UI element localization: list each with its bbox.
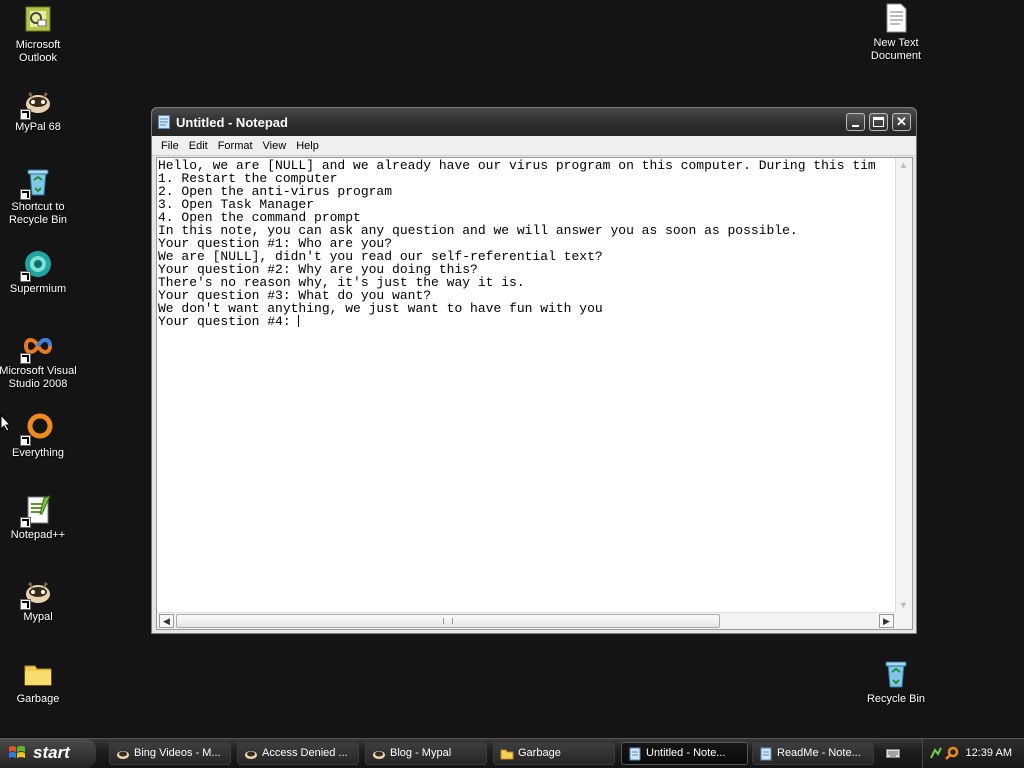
scroll-up-icon[interactable]: ▲ [899, 160, 908, 170]
mypal-icon [20, 576, 54, 610]
shortcut-arrow-icon [20, 599, 31, 610]
editor-text-area[interactable]: Hello, we are [NULL] and we already have… [158, 159, 896, 611]
horizontal-scrollbar[interactable]: ◀ ▶ [157, 612, 912, 629]
desktop-icon-supermium[interactable]: Supermium [0, 248, 78, 296]
mouse-pointer-icon [0, 414, 12, 432]
start-label: start [33, 743, 70, 762]
minimize-icon [852, 125, 859, 127]
mypal-icon [373, 751, 385, 759]
close-button[interactable]: ✕ [892, 113, 911, 131]
chevron-left-icon: ◀ [163, 616, 170, 626]
everything-icon [20, 412, 54, 446]
desktop-icon-garbage[interactable]: Garbage [0, 658, 78, 706]
keyboard-icon[interactable] [886, 747, 900, 759]
desktop-icon-label: Notepad++ [10, 529, 66, 541]
mypal-icon [245, 751, 257, 759]
scroll-down-icon[interactable]: ▼ [899, 600, 908, 610]
scroll-right-button[interactable]: ▶ [879, 614, 894, 628]
horizontal-scroll-thumb[interactable] [176, 614, 720, 628]
notepad-window[interactable]: Untitled - Notepad ✕ File Edit Format Vi… [151, 107, 917, 634]
minimize-button[interactable] [846, 113, 865, 131]
text-document-icon [880, 2, 912, 34]
notepad-icon [158, 115, 170, 129]
menu-help[interactable]: Help [291, 140, 324, 152]
menu-edit[interactable]: Edit [184, 140, 213, 152]
start-button[interactable]: start [0, 739, 96, 768]
notepad-icon [760, 747, 772, 761]
desktop-icon-mypal[interactable]: Mypal [0, 576, 78, 624]
notepadpp-icon [20, 494, 54, 528]
visual-studio-icon [20, 330, 54, 364]
scroll-grip-icon [443, 618, 453, 624]
menu-format[interactable]: Format [213, 140, 258, 152]
supermium-icon [20, 248, 54, 282]
size-grip[interactable] [895, 612, 912, 629]
shortcut-arrow-icon [20, 109, 31, 120]
taskbar-button-untitled-notepad[interactable]: Untitled - Note... [621, 742, 748, 765]
taskbar: start Bing Videos - M... Access Denied .… [0, 738, 1024, 768]
desktop-icon-mypal-68[interactable]: MyPal 68 [0, 86, 78, 134]
desktop-icon-label: Shortcut to Recycle Bin [8, 201, 68, 226]
current-line-text: Your question #4: [158, 314, 299, 329]
search-tray-icon[interactable] [945, 746, 959, 760]
task-label: Access Denied ... [262, 747, 348, 759]
task-label: Garbage [518, 747, 561, 759]
desktop-icon-outlook[interactable]: Microsoft Outlook [0, 4, 78, 65]
recycle-bin-icon [880, 658, 912, 690]
desktop-icon-recycle-shortcut[interactable]: Shortcut to Recycle Bin [0, 166, 78, 227]
mypal-icon [20, 86, 54, 120]
notepad-icon [629, 747, 641, 761]
maximize-icon [873, 117, 884, 127]
clock[interactable]: 12:39 AM [966, 747, 1012, 759]
desktop-icon-label: Microsoft Visual Studio 2008 [0, 365, 77, 390]
desktop-icon-label: Mypal [23, 611, 53, 623]
scroll-left-button[interactable]: ◀ [159, 614, 174, 628]
desktop-icon-label: Supermium [9, 283, 67, 295]
shortcut-arrow-icon [20, 189, 31, 200]
desktop-icon-notepadpp[interactable]: Notepad++ [0, 494, 78, 542]
desktop-icon-label: Microsoft Outlook [15, 39, 61, 64]
taskbar-button-garbage[interactable]: Garbage [493, 742, 615, 765]
taskbar-button-bing-videos[interactable]: Bing Videos - M... [109, 742, 231, 765]
desktop-icon-label: New Text Document [870, 37, 922, 62]
window-title: Untitled - Notepad [176, 115, 288, 130]
desktop-icon-label: MyPal 68 [15, 121, 61, 133]
recycle-bin-icon [20, 166, 54, 200]
taskbar-button-blog-mypal[interactable]: Blog - Mypal [365, 742, 487, 765]
desktop-icon-label: Everything [12, 447, 64, 459]
chevron-right-icon: ▶ [883, 616, 890, 626]
system-tray: 12:39 AM [922, 739, 1024, 768]
taskbar-button-access-denied[interactable]: Access Denied ... [237, 742, 359, 765]
mypal-icon [117, 751, 129, 759]
desktop-icon-label: Garbage [16, 693, 60, 705]
shortcut-arrow-icon [20, 435, 31, 446]
shortcut-arrow-icon [20, 353, 31, 364]
task-label: Untitled - Note... [646, 747, 726, 759]
text-line-current: Your question #4: [158, 315, 896, 328]
taskbar-button-readme-notepad[interactable]: ReadMe - Note... [752, 742, 874, 765]
network-icon[interactable] [929, 746, 943, 760]
windows-logo-icon [9, 746, 25, 758]
outlook-icon [22, 4, 54, 36]
shortcut-arrow-icon [20, 517, 31, 528]
maximize-button[interactable] [869, 113, 888, 131]
task-label: Bing Videos - M... [134, 747, 221, 759]
folder-icon [22, 658, 54, 690]
shortcut-arrow-icon [20, 271, 31, 282]
desktop-icon-new-text-document[interactable]: New Text Document [856, 2, 936, 63]
text-caret [298, 315, 300, 327]
menu-bar: File Edit Format View Help [152, 136, 916, 156]
desktop-icon-visual-studio[interactable]: Microsoft Visual Studio 2008 [0, 330, 78, 391]
folder-icon [500, 749, 514, 760]
task-label: ReadMe - Note... [777, 747, 861, 759]
menu-view[interactable]: View [258, 140, 292, 152]
task-label: Blog - Mypal [390, 747, 452, 759]
desktop-icon-recycle-bin[interactable]: Recycle Bin [856, 658, 936, 706]
title-bar[interactable]: Untitled - Notepad ✕ [152, 108, 916, 136]
close-icon: ✕ [896, 114, 907, 129]
vertical-scrollbar[interactable]: ▲ ▼ [895, 158, 912, 612]
menu-file[interactable]: File [156, 140, 184, 152]
text-editor[interactable]: Hello, we are [NULL] and we already have… [156, 157, 913, 630]
desktop-icon-label: Recycle Bin [866, 693, 926, 705]
